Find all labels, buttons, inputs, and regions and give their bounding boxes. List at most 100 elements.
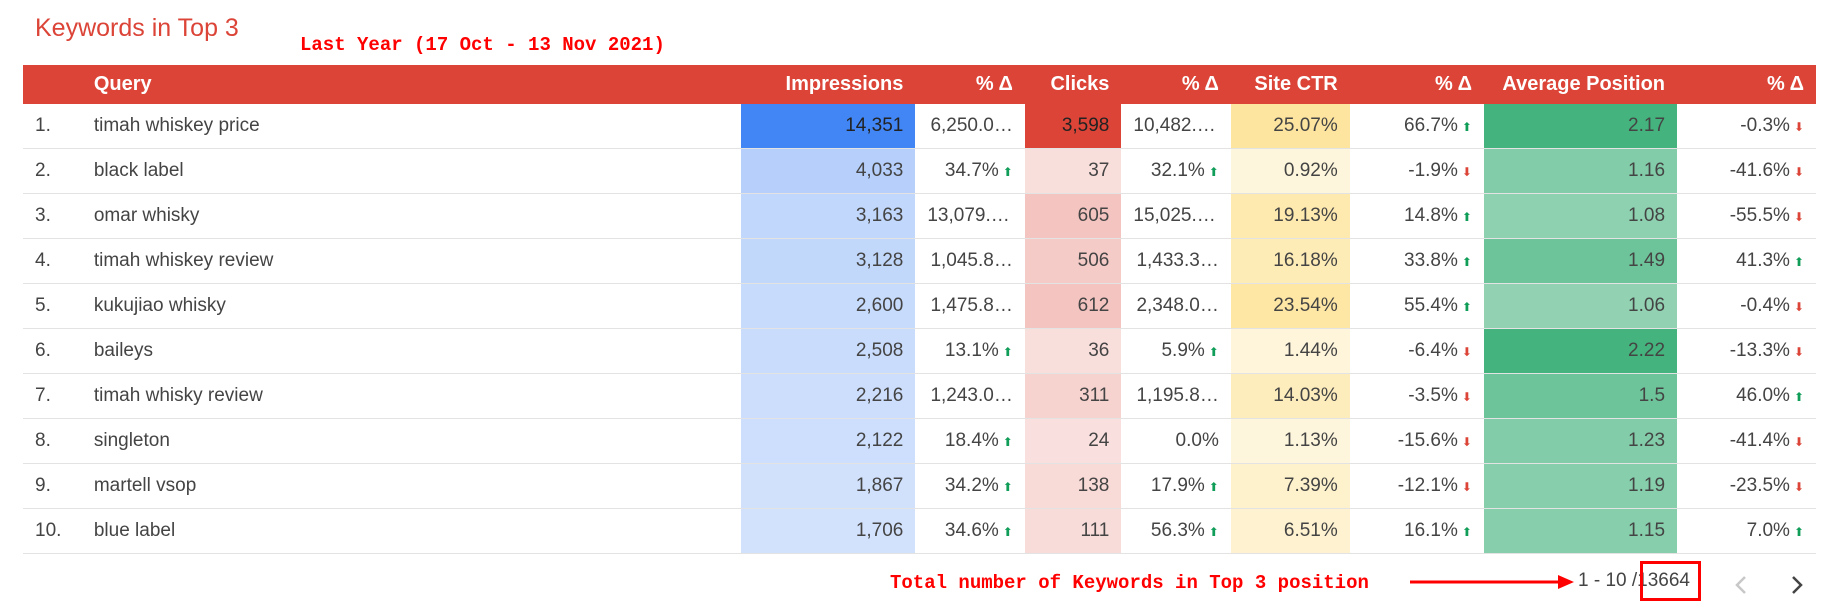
column-header-query[interactable]: Query — [81, 65, 742, 104]
row-index: 4. — [23, 238, 82, 284]
delta-value: 7.0% — [1746, 520, 1790, 541]
impressions-cell: 2,216 — [741, 373, 916, 419]
clicks-cell: 605 — [1024, 193, 1122, 239]
table-row[interactable]: 10. blue label 1,706 34.6% ⬆ 111 56.3% ⬆ 6.51% 16… — [23, 508, 1816, 554]
row-index: 6. — [23, 328, 82, 374]
query-cell[interactable]: black label — [81, 148, 742, 194]
table-row[interactable]: 4. timah whiskey review 3,128 1,045.8… 506 1,… — [23, 238, 1816, 284]
query-cell[interactable]: blue label — [81, 508, 742, 554]
table-row[interactable]: 3. omar whisky 3,163 13,079.2… 605 15,025.0… 1… — [23, 193, 1816, 239]
ctr-delta-cell: -12.1% ⬇ — [1349, 463, 1484, 509]
impressions-cell: 2,600 — [741, 283, 916, 329]
delta-value: 1,195.8… — [1136, 385, 1219, 406]
position-delta-cell: -55.5% ⬇ — [1677, 193, 1816, 239]
impressions-delta-cell: 6,250.0… — [915, 104, 1025, 149]
site-ctr-cell: 1.13% — [1230, 418, 1350, 464]
site-ctr-cell: 0.92% — [1230, 148, 1350, 194]
table-row[interactable]: 9. martell vsop 1,867 34.2% ⬆ 138 17.9% ⬆ 7.39% -… — [23, 463, 1816, 509]
delta-value: 1,475.8… — [930, 295, 1013, 316]
impressions-cell: 1,867 — [741, 463, 916, 509]
average-position-cell: 2.22 — [1483, 328, 1678, 374]
query-cell[interactable]: timah whiskey price — [81, 104, 742, 149]
delta-value: 10,482.4… — [1133, 115, 1227, 136]
arrow-down-icon: ⬇ — [1461, 435, 1472, 449]
column-header-position-delta[interactable]: % Δ — [1677, 65, 1816, 104]
clicks-delta-cell: 56.3% ⬆ — [1121, 508, 1231, 554]
arrow-down-icon: ⬇ — [1461, 165, 1472, 179]
table-row[interactable]: 7. timah whisky review 2,216 1,243.0… 311 1,1… — [23, 373, 1816, 419]
arrow-up-icon: ⬆ — [1208, 480, 1219, 494]
chevron-right-icon — [1792, 576, 1803, 594]
table-row[interactable]: 2. black label 4,033 34.7% ⬆ 37 32.1% ⬆ 0.92% -1.… — [23, 148, 1816, 194]
query-cell[interactable]: timah whiskey review — [81, 238, 742, 284]
column-header-clicks-delta[interactable]: % Δ — [1121, 65, 1231, 104]
site-ctr-cell: 19.13% — [1230, 193, 1350, 239]
average-position-cell: 1.5 — [1483, 373, 1678, 419]
delta-value: 34.2% — [944, 475, 999, 496]
delta-value: 14.8% — [1404, 205, 1458, 226]
impressions-delta-cell: 34.7% ⬆ — [915, 148, 1025, 194]
clicks-cell: 138 — [1024, 463, 1122, 509]
position-delta-cell: -0.3% ⬇ — [1677, 104, 1816, 149]
arrow-down-icon: ⬇ — [1461, 390, 1472, 404]
arrow-up-icon: ⬆ — [1793, 525, 1804, 539]
next-page-button[interactable] — [1783, 568, 1811, 602]
delta-value: -0.3% — [1740, 115, 1790, 136]
delta-value: -23.5% — [1729, 475, 1790, 496]
query-cell[interactable]: omar whisky — [81, 193, 742, 239]
arrow-up-icon: ⬆ — [1461, 120, 1472, 134]
arrow-up-icon: ⬆ — [1793, 255, 1804, 269]
position-delta-cell: -23.5% ⬇ — [1677, 463, 1816, 509]
table-row[interactable]: 6. baileys 2,508 13.1% ⬆ 36 5.9% ⬆ 1.44% -6.4% ⬇ 2.… — [23, 328, 1816, 374]
site-ctr-cell: 1.44% — [1230, 328, 1350, 374]
clicks-cell: 311 — [1024, 373, 1122, 419]
column-header-ctr-delta[interactable]: % Δ — [1349, 65, 1484, 104]
delta-value: 16.1% — [1404, 520, 1458, 541]
delta-value: 17.9% — [1150, 475, 1205, 496]
clicks-delta-cell: 2,348.0… — [1121, 283, 1231, 329]
query-cell[interactable]: timah whisky review — [81, 373, 742, 419]
site-ctr-cell: 16.18% — [1230, 238, 1350, 284]
average-position-cell: 1.15 — [1483, 508, 1678, 554]
row-index: 2. — [23, 148, 82, 194]
delta-value: -12.1% — [1397, 475, 1458, 496]
keywords-table: Query Impressions % Δ Clicks % Δ Site CT… — [23, 65, 1816, 554]
clicks-delta-cell: 0.0% — [1121, 418, 1231, 464]
ctr-delta-cell: 16.1% ⬆ — [1349, 508, 1484, 554]
delta-value: 5.9% — [1161, 340, 1205, 361]
column-header-impressions-delta[interactable]: % Δ — [915, 65, 1025, 104]
query-cell[interactable]: kukujiao whisky — [81, 283, 742, 329]
query-cell[interactable]: martell vsop — [81, 463, 742, 509]
column-header-site-ctr[interactable]: Site CTR — [1230, 65, 1350, 104]
delta-value: -1.9% — [1408, 160, 1458, 181]
column-header-average-position[interactable]: Average Position — [1483, 65, 1678, 104]
clicks-delta-cell: 1,195.8… — [1121, 373, 1231, 419]
delta-value: -6.4% — [1408, 340, 1458, 361]
table-header-row: Query Impressions % Δ Clicks % Δ Site CT… — [23, 65, 1816, 104]
column-header-clicks[interactable]: Clicks — [1024, 65, 1122, 104]
delta-value: 13.1% — [944, 340, 999, 361]
position-delta-cell: -0.4% ⬇ — [1677, 283, 1816, 329]
column-header-impressions[interactable]: Impressions — [741, 65, 916, 104]
impressions-delta-cell: 13.1% ⬆ — [915, 328, 1025, 374]
ctr-delta-cell: -3.5% ⬇ — [1349, 373, 1484, 419]
table-row[interactable]: 8. singleton 2,122 18.4% ⬆ 24 0.0% 1.13% -15.6% ⬇… — [23, 418, 1816, 464]
table-row[interactable]: 5. kukujiao whisky 2,600 1,475.8… 612 2,348.0… — [23, 283, 1816, 329]
delta-value: 34.6% — [944, 520, 999, 541]
arrow-down-icon: ⬇ — [1461, 480, 1472, 494]
query-cell[interactable]: baileys — [81, 328, 742, 374]
delta-value: -3.5% — [1408, 385, 1458, 406]
total-keywords-annotation: Total number of Keywords in Top 3 positi… — [890, 572, 1369, 594]
ctr-delta-cell: 14.8% ⬆ — [1349, 193, 1484, 239]
position-delta-cell: -41.6% ⬇ — [1677, 148, 1816, 194]
position-delta-cell: 7.0% ⬆ — [1677, 508, 1816, 554]
position-delta-cell: -13.3% ⬇ — [1677, 328, 1816, 374]
query-cell[interactable]: singleton — [81, 418, 742, 464]
delta-value: 66.7% — [1404, 115, 1458, 136]
delta-value: -0.4% — [1740, 295, 1790, 316]
table-row[interactable]: 1. timah whiskey price 14,351 6,250.0… 3,598… — [23, 104, 1816, 149]
clicks-cell: 3,598 — [1024, 104, 1122, 149]
impressions-cell: 1,706 — [741, 508, 916, 554]
previous-page-button[interactable] — [1727, 568, 1755, 602]
ctr-delta-cell: 55.4% ⬆ — [1349, 283, 1484, 329]
